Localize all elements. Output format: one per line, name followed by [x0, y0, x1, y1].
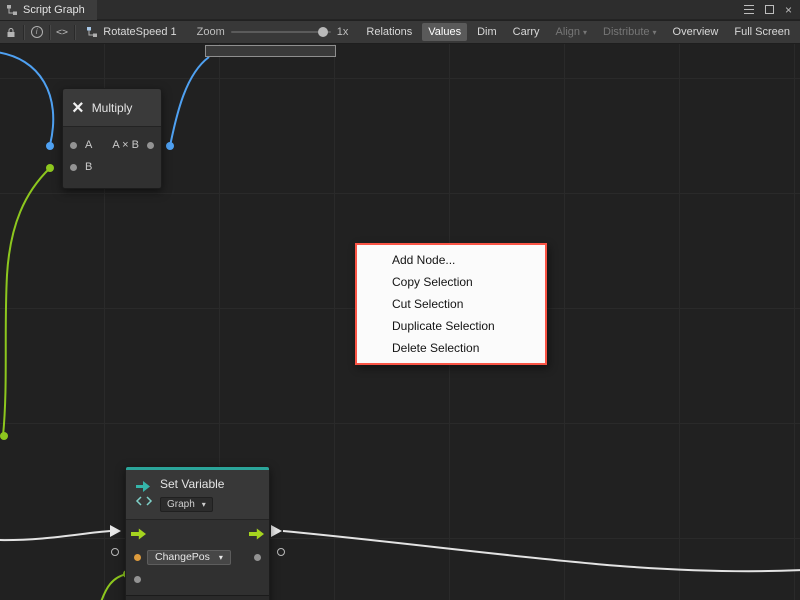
- port-b-label: B: [85, 161, 92, 173]
- menu-item-add-node[interactable]: Add Node...: [357, 249, 545, 271]
- flow-input-port[interactable]: [131, 529, 146, 540]
- port-result-output[interactable]: [147, 142, 154, 149]
- carry-button[interactable]: Carry: [507, 23, 546, 41]
- graph-toolbar: i <> RotateSpeed 1 Zoom 1x Relations Val…: [0, 21, 800, 44]
- flow-port-row: [126, 522, 269, 546]
- full-screen-button[interactable]: Full Screen: [728, 23, 796, 41]
- align-dropdown[interactable]: Align▾: [550, 23, 593, 41]
- port-out-label: A × B: [112, 139, 139, 151]
- menu-item-duplicate-selection[interactable]: Duplicate Selection: [357, 315, 545, 337]
- chevron-down-icon: ▾: [202, 500, 206, 509]
- variable-name-dropdown[interactable]: ChangePos▾: [147, 550, 231, 565]
- chevron-down-icon: ▾: [583, 28, 587, 37]
- menu-item-delete-selection[interactable]: Delete Selection: [357, 337, 545, 359]
- menu-item-copy-selection[interactable]: Copy Selection: [357, 271, 545, 293]
- info-icon[interactable]: i: [29, 24, 43, 40]
- port-b-input[interactable]: [70, 164, 77, 171]
- multiply-title: Multiply: [92, 101, 133, 115]
- set-variable-icon: [134, 479, 154, 507]
- value-input-row: [126, 568, 269, 590]
- set-variable-header: Set Variable Graph▾: [126, 470, 269, 520]
- toolbar-buttons: Relations Values Dim Carry Align▾ Distri…: [360, 23, 796, 41]
- multiply-output-group: A × B: [112, 139, 154, 151]
- multiply-row-a: A A × B: [63, 134, 161, 156]
- set-variable-title: Set Variable: [160, 474, 261, 494]
- port-a-label: A: [85, 139, 92, 151]
- close-icon[interactable]: ×: [785, 4, 792, 16]
- unity-visual-scripting-window: Script Graph × i <>: [0, 0, 800, 600]
- window-menu-icon[interactable]: [744, 5, 754, 14]
- zoom-slider-knob[interactable]: [318, 27, 328, 37]
- zoom-slider[interactable]: [231, 25, 331, 39]
- multiply-header: × Multiply: [63, 89, 161, 127]
- tab-title: Script Graph: [23, 4, 85, 16]
- context-menu: Add Node... Copy Selection Cut Selection…: [355, 243, 547, 365]
- multiply-row-b: B: [63, 156, 161, 178]
- menu-item-cut-selection[interactable]: Cut Selection: [357, 293, 545, 315]
- zoom-slider-track[interactable]: [231, 31, 331, 33]
- set-variable-footer: [126, 595, 269, 600]
- tab-script-graph[interactable]: Script Graph: [0, 0, 97, 20]
- lock-icon[interactable]: [4, 24, 18, 40]
- code-view-icon[interactable]: <>: [55, 24, 69, 40]
- divider: [23, 25, 24, 40]
- port-a-input[interactable]: [70, 142, 77, 149]
- relations-button[interactable]: Relations: [360, 23, 418, 41]
- script-graph-icon: [6, 4, 18, 16]
- zoom-control: Zoom 1x: [197, 25, 349, 39]
- distribute-dropdown[interactable]: Distribute▾: [597, 23, 662, 41]
- graph-asset-icon: [86, 26, 98, 38]
- breadcrumb[interactable]: RotateSpeed 1: [86, 26, 176, 38]
- zoom-label: Zoom: [197, 26, 225, 38]
- dim-button[interactable]: Dim: [471, 23, 503, 41]
- variable-scope-dropdown[interactable]: Graph▾: [160, 497, 213, 512]
- divider: [49, 25, 50, 40]
- overview-button[interactable]: Overview: [667, 23, 725, 41]
- value-input-port[interactable]: [134, 576, 141, 583]
- values-button[interactable]: Values: [422, 23, 467, 41]
- multiply-icon: ×: [72, 98, 84, 118]
- variable-name-row: ChangePos▾: [126, 546, 269, 568]
- window-controls: ×: [744, 4, 800, 16]
- variable-output-port[interactable]: [254, 554, 261, 561]
- node-set-variable[interactable]: Set Variable Graph▾ ChangePos▾: [125, 466, 270, 600]
- node-multiply[interactable]: × Multiply A A × B B: [62, 88, 162, 189]
- node-fragment-top[interactable]: [205, 45, 336, 57]
- breadcrumb-label: RotateSpeed 1: [103, 26, 176, 38]
- variable-name-port[interactable]: [134, 554, 141, 561]
- maximize-icon[interactable]: [765, 5, 774, 14]
- title-bar: Script Graph ×: [0, 0, 800, 20]
- chevron-down-icon: ▾: [219, 553, 223, 562]
- chevron-down-icon: ▾: [653, 28, 657, 37]
- multiply-body: A A × B B: [63, 127, 161, 188]
- divider: [74, 25, 75, 40]
- flow-output-port[interactable]: [249, 529, 264, 540]
- zoom-value: 1x: [337, 26, 349, 38]
